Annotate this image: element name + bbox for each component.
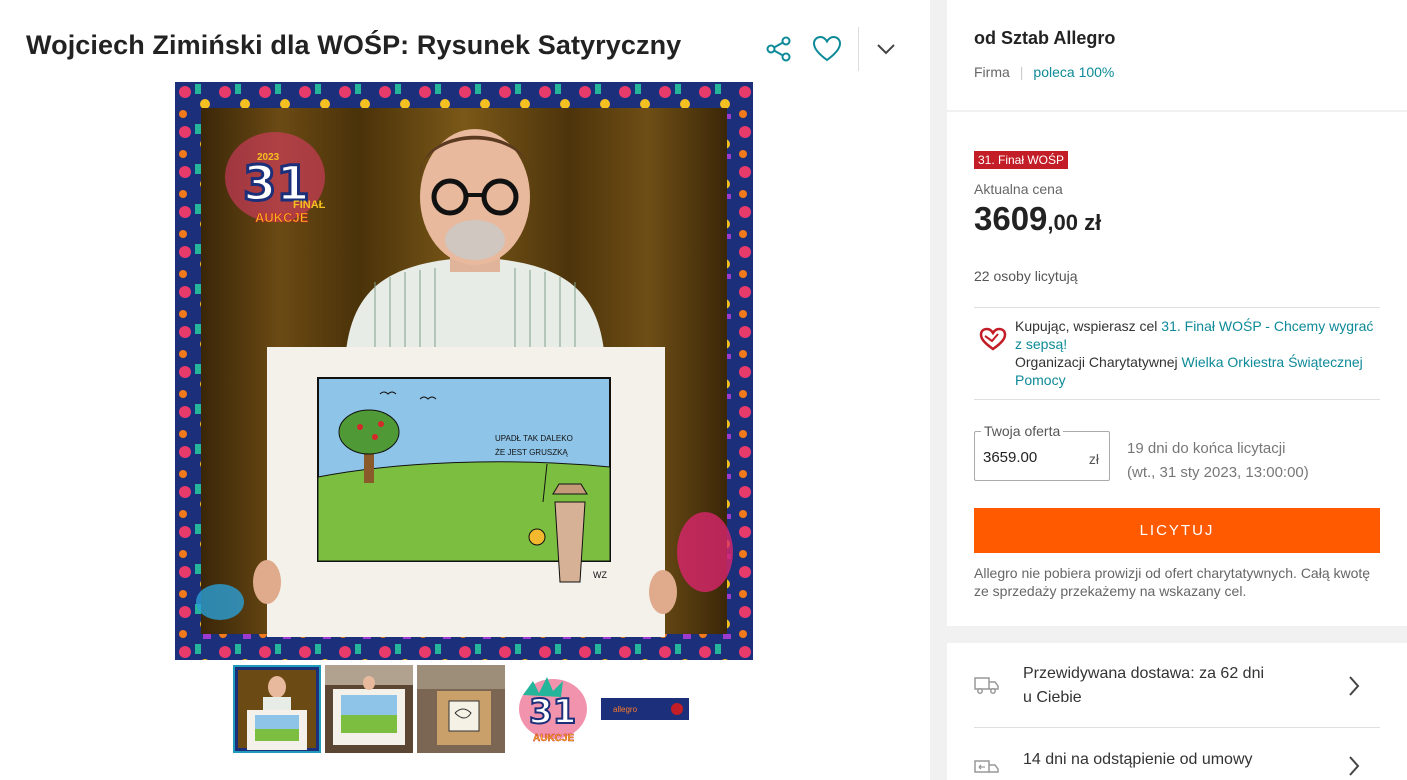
charity-text: Kupując, wspierasz cel 31. Finał WOŚP - … — [1015, 317, 1379, 389]
charity-badge: 31. Finał WOŚP — [974, 151, 1069, 169]
seller-name[interactable]: od Sztab Allegro — [974, 28, 1115, 49]
seller-card: od Sztab Allegro Firma | poleca 100% — [947, 0, 1407, 110]
bid-field-label: Twoja oferta — [981, 423, 1064, 439]
page: Wojciech Zimiński dla WOŚP: Rysunek Saty… — [0, 0, 1407, 780]
seller-meta: Firma | poleca 100% — [974, 64, 1114, 80]
svg-text:2023: 2023 — [257, 152, 280, 163]
banner-text: allegro — [613, 705, 638, 714]
seller-type: Firma — [974, 64, 1010, 80]
thumbnail-5[interactable]: allegro — [601, 665, 689, 753]
thumb-logo-number: 31 — [529, 692, 576, 732]
bid-button[interactable]: LICYTUJ — [974, 508, 1380, 553]
thumbnail-4[interactable]: 31 AUKCJE — [509, 665, 597, 753]
actions-divider — [858, 27, 859, 71]
return-truck-icon — [974, 758, 1000, 780]
cartoon-caption-line2: ŻE JEST GRUSZKĄ — [495, 448, 568, 457]
offer-sidebar: od Sztab Allegro Firma | poleca 100% 31.… — [947, 0, 1407, 780]
price-label: Aktualna cena — [974, 181, 1063, 197]
chevron-right-icon — [1347, 675, 1361, 702]
thumb-logo-text: AUKCJE — [533, 733, 574, 744]
current-price: 3609,00 zł — [974, 200, 1101, 238]
seller-recommendation[interactable]: poleca 100% — [1033, 64, 1114, 80]
charity-info: Kupując, wspierasz cel 31. Finał WOŚP - … — [979, 317, 1379, 389]
thumbnail-strip: 31 AUKCJE allegro — [233, 665, 689, 753]
thumbnail-2[interactable] — [325, 665, 413, 753]
returns-text: 14 dni na odstąpienie od umowy — [1023, 751, 1253, 768]
bid-input[interactable] — [983, 449, 1073, 466]
chevron-right-icon — [1347, 755, 1361, 780]
thumbnail-1[interactable] — [233, 665, 321, 753]
share-icon[interactable] — [762, 32, 796, 66]
charity-heart-icon — [979, 317, 1015, 389]
charity-prefix: Kupując, wspierasz cel — [1015, 318, 1162, 334]
cartoon-caption-line1: UPADŁ TAK DALEKO — [495, 434, 573, 443]
title-actions — [762, 27, 917, 71]
chevron-down-icon[interactable] — [869, 32, 903, 66]
auction-deadline: 19 dni do końca licytacji (wt., 31 sty 2… — [1127, 437, 1309, 485]
days-left: 19 dni do końca licytacji — [1127, 440, 1286, 457]
delivery-line2: u Ciebie — [1023, 689, 1082, 706]
product-title: Wojciech Zimiński dla WOŚP: Rysunek Saty… — [26, 30, 682, 60]
delivery-text: Przewidywana dostawa: za 62 dni u Ciebie — [1023, 662, 1264, 710]
divider — [974, 307, 1380, 308]
commission-note: Allegro nie pobiera prowizji od ofert ch… — [974, 565, 1371, 599]
price-integer: 3609 — [974, 200, 1048, 237]
main-product-image[interactable]: UPADŁ TAK DALEKO ŻE JEST GRUSZKĄ WZ 31 F… — [175, 82, 753, 660]
delivery-estimate-row[interactable]: Przewidywana dostawa: za 62 dni u Ciebie — [947, 643, 1407, 727]
bidders-count: 22 osoby licytują — [974, 268, 1078, 284]
truck-icon — [974, 675, 1000, 700]
delivery-line1: Przewidywana dostawa: za 62 dni — [1023, 665, 1265, 682]
offer-card: 31. Finał WOŚP Aktualna cena 3609,00 zł … — [947, 112, 1407, 626]
returns-row[interactable]: 14 dni na odstąpienie od umowy — [947, 728, 1407, 780]
bid-unit: zł — [1088, 451, 1099, 467]
end-date: (wt., 31 sty 2023, 13:00:00) — [1127, 464, 1309, 481]
svg-text:AUKCJE: AUKCJE — [255, 210, 309, 225]
cartoon-signature: WZ — [593, 570, 607, 580]
column-gutter — [930, 0, 947, 780]
charity-org-prefix: Organizacji Charytatywnej — [1015, 354, 1182, 370]
price-decimal: ,00 zł — [1047, 210, 1102, 235]
thumbnail-3[interactable] — [417, 665, 505, 753]
heart-outline-icon[interactable] — [810, 32, 844, 66]
product-gallery-column: Wojciech Zimiński dla WOŚP: Rysunek Saty… — [0, 0, 930, 780]
bid-field[interactable]: Twoja oferta zł — [974, 423, 1110, 481]
delivery-card: Przewidywana dostawa: za 62 dni u Ciebie — [947, 643, 1407, 780]
divider — [974, 399, 1380, 400]
meta-divider: | — [1019, 64, 1024, 80]
